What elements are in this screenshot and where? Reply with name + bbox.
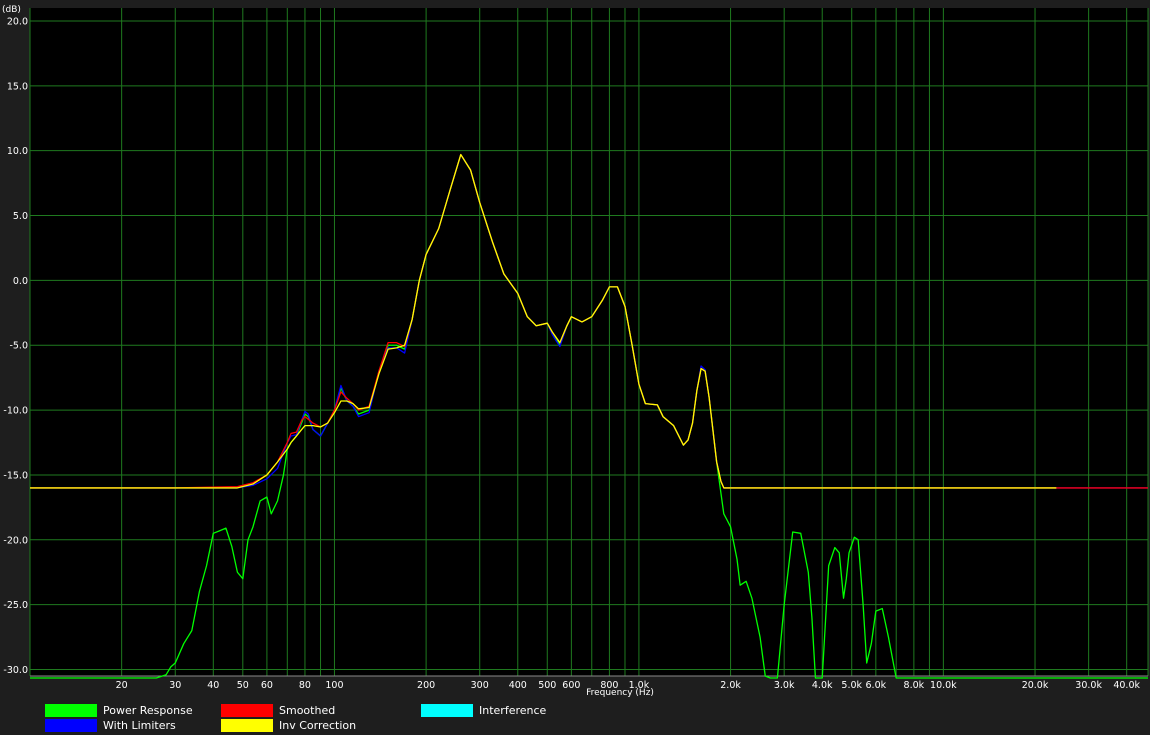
legend-swatch-with-limiters bbox=[45, 718, 97, 732]
y-tick-label: 15.0 bbox=[7, 81, 28, 92]
x-tick-label: 30 bbox=[169, 680, 181, 691]
y-tick-label: -20.0 bbox=[3, 535, 28, 546]
x-tick-label: 3.0k bbox=[774, 680, 795, 691]
legend-swatch-smoothed bbox=[221, 703, 273, 717]
x-tick-label: 20 bbox=[116, 680, 128, 691]
legend-swatch-inv-correction bbox=[221, 718, 273, 732]
x-tick-label: 50 bbox=[237, 680, 249, 691]
legend-item-inv-correction[interactable]: Inv Correction bbox=[221, 718, 356, 732]
x-tick-label: 400 bbox=[509, 680, 527, 691]
x-tick-label: 80 bbox=[299, 680, 311, 691]
y-tick-label: 5.0 bbox=[13, 211, 28, 222]
frequency-response-chart: 20.0 15.0 10.0 5.0 0.0 -5.0 -10.0 -15.0 -20.0 -25… bbox=[0, 0, 1150, 700]
y-tick-label: -5.0 bbox=[9, 341, 28, 352]
y-tick-label: 0.0 bbox=[13, 276, 28, 287]
x-tick-label: 5.0k bbox=[841, 680, 862, 691]
y-tick-label: 20.0 bbox=[7, 16, 28, 27]
x-tick-label: 600 bbox=[562, 680, 580, 691]
x-tick-label: 6.0k bbox=[866, 680, 887, 691]
x-tick-label: 200 bbox=[417, 680, 435, 691]
y-axis-label: (dB) bbox=[2, 5, 21, 15]
legend-item-smoothed[interactable]: Smoothed bbox=[221, 703, 335, 717]
x-tick-label: 2.0k bbox=[720, 680, 741, 691]
x-tick-label: 40.0k bbox=[1113, 680, 1140, 691]
legend-label-inv-correction: Inv Correction bbox=[279, 718, 357, 732]
y-tick-label: 10.0 bbox=[7, 146, 28, 157]
plot-area bbox=[30, 8, 1148, 676]
x-tick-label: 60 bbox=[261, 680, 273, 691]
y-tick-label: -30.0 bbox=[3, 665, 28, 676]
y-tick-label: -25.0 bbox=[3, 600, 28, 611]
x-tick-label: 500 bbox=[538, 680, 556, 691]
x-tick-label: 30.0k bbox=[1075, 680, 1102, 691]
y-tick-label: -10.0 bbox=[3, 406, 28, 417]
legend-label-interference: Interference bbox=[479, 703, 547, 717]
legend: Power Response With Limiters Smoothed In… bbox=[0, 700, 1150, 735]
x-tick-label: 10.0k bbox=[930, 680, 957, 691]
legend-item-power-response[interactable]: Power Response bbox=[45, 703, 193, 717]
legend-item-interference[interactable]: Interference bbox=[421, 703, 546, 717]
x-tick-label: 20.0k bbox=[1022, 680, 1049, 691]
legend-swatch-interference bbox=[421, 703, 473, 717]
legend-label-smoothed: Smoothed bbox=[279, 703, 336, 717]
x-tick-label: 40 bbox=[207, 680, 219, 691]
legend-label-with-limiters: With Limiters bbox=[103, 718, 176, 732]
x-tick-label: 4.0k bbox=[812, 680, 833, 691]
x-tick-label: 100 bbox=[325, 680, 343, 691]
legend-label-power-response: Power Response bbox=[103, 703, 193, 717]
legend-swatch-power-response bbox=[45, 703, 97, 717]
x-tick-label: 8.0k bbox=[904, 680, 925, 691]
x-axis-label: Frequency (Hz) bbox=[586, 688, 654, 698]
y-tick-label: -15.0 bbox=[3, 470, 28, 481]
legend-item-with-limiters[interactable]: With Limiters bbox=[45, 718, 176, 732]
x-tick-label: 300 bbox=[471, 680, 489, 691]
